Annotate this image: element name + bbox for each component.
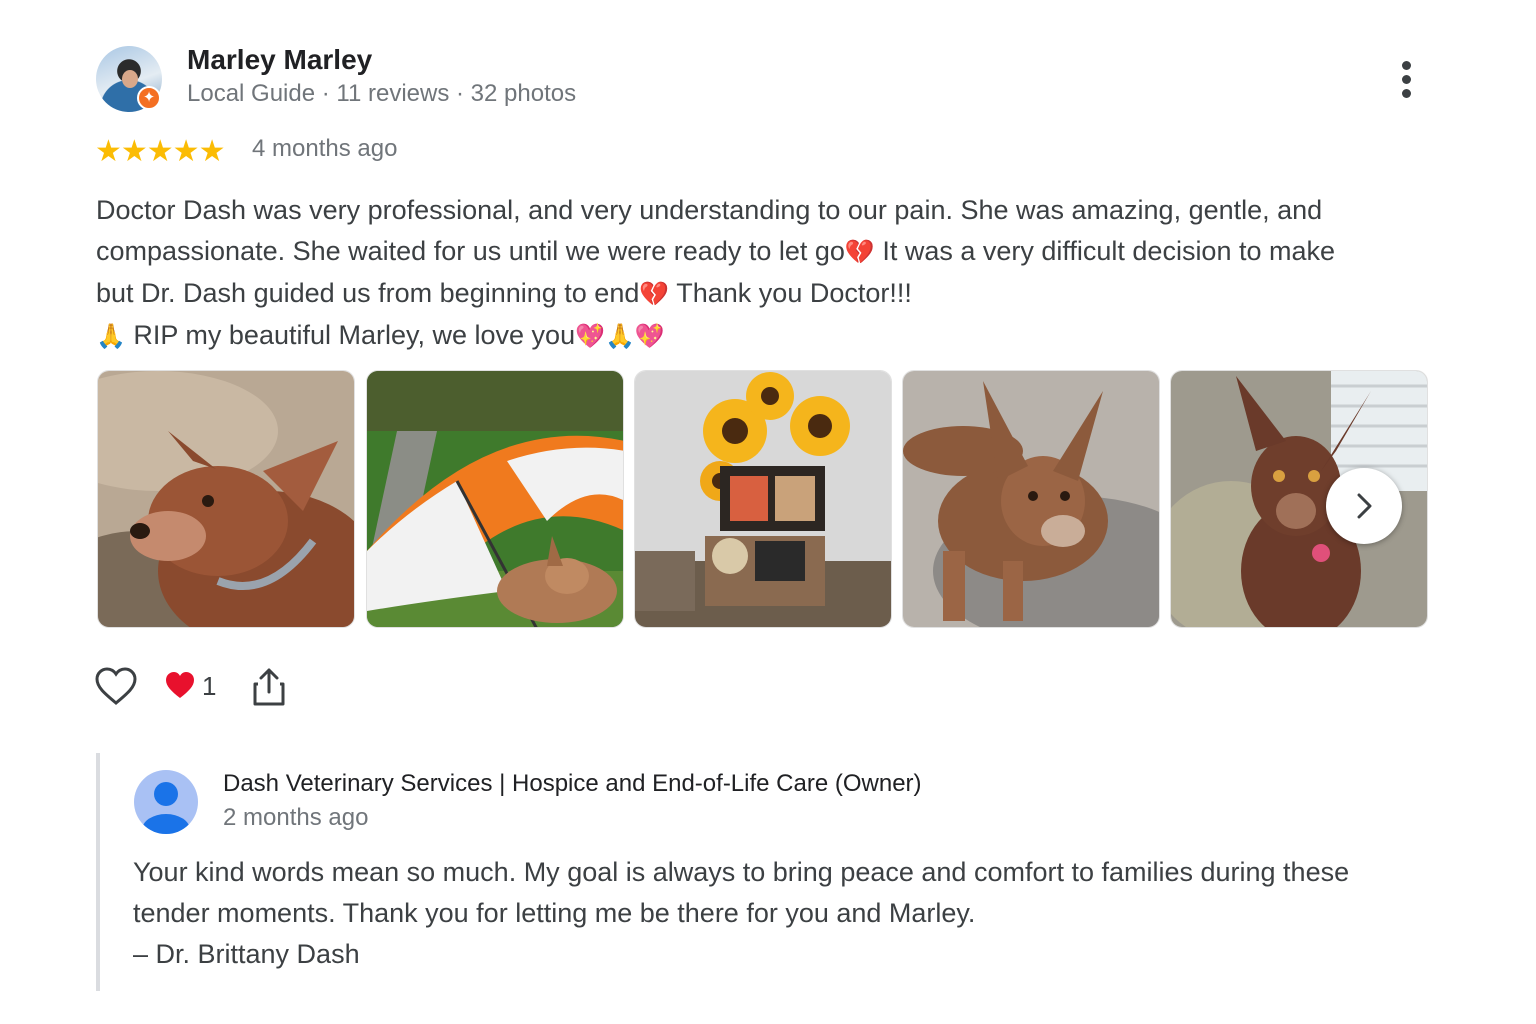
praying-hands-emoji-icon: 🙏: [604, 322, 635, 350]
more-dot-icon: [1402, 61, 1411, 70]
photo-dog-under-umbrella[interactable]: [366, 370, 624, 628]
review-text-segment: compassionate. She waited for us until w…: [96, 236, 845, 266]
local-guide-badge-icon: ✦: [137, 86, 161, 110]
reviewer-meta: Local Guide · 11 reviews · 32 photos: [187, 80, 577, 107]
review-line: Doctor Dash was very professional, and v…: [96, 190, 1446, 231]
broken-heart-emoji-icon: 💔: [639, 280, 670, 308]
review-text: Doctor Dash was very professional, and v…: [96, 190, 1446, 357]
red-heart-icon[interactable]: [164, 670, 196, 705]
praying-hands-emoji-icon: 🙏: [96, 322, 126, 350]
sparkling-heart-emoji-icon: 💖: [634, 322, 665, 350]
reply-line: Your kind words mean so much. My goal is…: [133, 857, 1350, 887]
sparkling-heart-emoji-icon: 💖: [575, 322, 605, 350]
review-line: 🙏 RIP my beautiful Marley, we love you💖🙏…: [96, 315, 1446, 357]
review-date: 4 months ago: [252, 135, 398, 162]
review-line: compassionate. She waited for us until w…: [96, 231, 1446, 273]
more-options-button[interactable]: [1392, 58, 1422, 102]
photo-dog-on-pillow[interactable]: [97, 370, 355, 628]
review-text-segment: but Dr. Dash guided us from beginning to…: [96, 278, 640, 308]
owner-reply-text: Your kind words mean so much. My goal is…: [133, 852, 1463, 975]
reply-divider: [96, 753, 100, 991]
review-text-segment: It was a very difficult decision to make: [874, 236, 1336, 266]
owner-name[interactable]: Dash Veterinary Services | Hospice and E…: [223, 770, 922, 798]
more-dot-icon: [1402, 75, 1411, 84]
default-profile-icon[interactable]: [134, 770, 198, 834]
heart-outline-icon[interactable]: [94, 665, 138, 714]
more-dot-icon: [1402, 89, 1411, 98]
reply-signature: – Dr. Brittany Dash: [133, 939, 360, 969]
photo-sunflower-memorial[interactable]: [634, 370, 892, 628]
reply-line: tender moments. Thank you for letting me…: [133, 898, 976, 928]
photo-dog-lying-on-rug[interactable]: [902, 370, 1160, 628]
broken-heart-emoji-icon: 💔: [844, 238, 875, 266]
share-icon[interactable]: [252, 667, 286, 712]
star-rating: ★★★★★: [95, 135, 225, 168]
avatar-face: [122, 70, 138, 88]
next-photos-button[interactable]: [1326, 468, 1402, 544]
review-text-segment: RIP my beautiful Marley, we love you: [125, 320, 576, 350]
chevron-right-icon: [1357, 493, 1372, 519]
reaction-count: 1: [202, 671, 217, 701]
review-text-segment: Thank you Doctor!!!: [669, 278, 912, 308]
reviewer-name[interactable]: Marley Marley: [187, 44, 372, 76]
review-text-segment: Doctor Dash was very professional, and v…: [96, 195, 1323, 225]
review-line: but Dr. Dash guided us from beginning to…: [96, 273, 1446, 315]
owner-reply-date: 2 months ago: [223, 804, 369, 831]
